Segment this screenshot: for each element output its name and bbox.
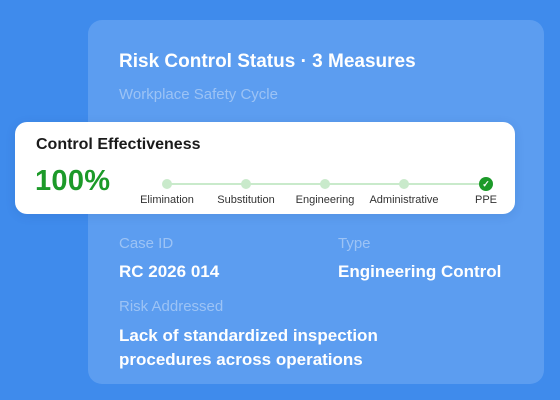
step-dot	[162, 179, 172, 189]
type-label: Type	[338, 235, 371, 252]
risk-addressed-label: Risk Addressed	[119, 298, 224, 315]
step-dot	[320, 179, 330, 189]
popup-heading: Control Effectiveness	[36, 136, 201, 153]
control-effectiveness-popup: Control Effectiveness 100% Elimination S…	[15, 122, 515, 214]
risk-addressed-value: Lack of standardized inspection procedur…	[119, 326, 378, 369]
case-id-label: Case ID	[119, 235, 174, 252]
card-title: Risk Control Status · 3 Measures	[119, 51, 416, 72]
step-dot	[399, 179, 409, 189]
effectiveness-value: 100%	[35, 165, 111, 197]
step-dot	[241, 179, 251, 189]
case-id-value: RC 2026 014	[119, 262, 220, 281]
step-label: PPE	[474, 194, 497, 206]
check-icon: ✓	[479, 177, 493, 191]
type-value: Engineering Control	[338, 262, 502, 281]
card-subtitle: Workplace Safety Cycle	[119, 86, 278, 103]
